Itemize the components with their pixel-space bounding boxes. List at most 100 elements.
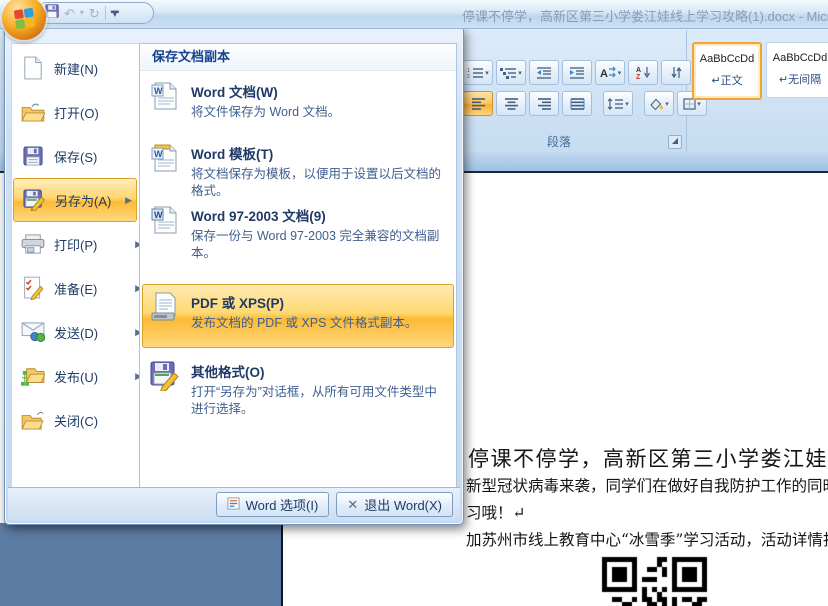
- print-icon: [20, 234, 46, 254]
- submenu-item-desc: 将文件保存为 Word 文档。: [191, 104, 447, 121]
- menu-item-new[interactable]: 新建(N): [13, 46, 146, 90]
- style-name: ↵正文: [694, 72, 760, 88]
- document-line: 新型冠状病毒来袭，同学们在做好自我防护工作的同时，可以: [466, 474, 828, 496]
- svg-text:2: 2: [467, 74, 470, 79]
- submenu-item-desc: 发布文档的 PDF 或 XPS 文件格式副本。: [191, 315, 447, 332]
- office-menu-footer: Word 选项(I) ✕ 退出 Word(X): [8, 487, 460, 521]
- customize-qat-icon[interactable]: ▬▾: [111, 9, 119, 17]
- justify-button[interactable]: [562, 91, 592, 116]
- style-card-normal[interactable]: AaBbCcDd ↵正文: [692, 42, 762, 100]
- paragraph-row-2: ▾ ▾ ▾: [463, 91, 707, 116]
- menu-item-label: 发送(D): [54, 323, 98, 342]
- menu-item-label: 关闭(C): [54, 411, 98, 430]
- office-menu: 新建(N) 打开(O) 保存(S) 另存为(A) ▶ 打印(P) ▶: [4, 26, 464, 525]
- menu-item-label: 另存为(A): [55, 191, 111, 210]
- office-logo-icon: [13, 7, 34, 28]
- submenu-item-word-97-2003[interactable]: W Word 97-2003 文档(9) 保存一份与 Word 97-2003 完…: [143, 198, 451, 262]
- menu-item-label: 发布(U): [54, 367, 98, 386]
- increase-indent-button[interactable]: [562, 60, 592, 85]
- align-right-button[interactable]: [529, 91, 559, 116]
- menu-item-open[interactable]: 打开(O): [13, 90, 146, 134]
- document-line: 加苏州市线上教育中心“冰雪季”学习活动，活动详情扫描二: [466, 528, 828, 550]
- paragraph-group-label: 段落: [456, 133, 662, 150]
- other-formats-icon: [149, 361, 181, 418]
- show-hide-marks-button[interactable]: [661, 60, 691, 85]
- menu-item-label: 新建(N): [54, 59, 98, 78]
- style-name: ↵无间隔: [767, 71, 828, 87]
- submenu-item-other-formats[interactable]: 其他格式(O) 打开“另存为”对话框，从所有可用文件类型中进行选择。: [143, 354, 451, 418]
- line-spacing-button[interactable]: ▾: [603, 91, 633, 116]
- save-icon: [20, 146, 46, 166]
- send-icon: [20, 322, 46, 342]
- svg-text:W: W: [154, 210, 163, 220]
- style-card-no-spacing[interactable]: AaBbCcDd ↵无间隔: [766, 42, 828, 98]
- paragraph-dialog-launcher[interactable]: ◢: [668, 135, 682, 149]
- submenu-item-title: Word 模板(T): [191, 143, 447, 163]
- submenu-item-title: 其他格式(O): [191, 361, 447, 381]
- window-title: 停课不停学，高新区第三小学娄江娃线上学习攻略(1).docx - Micr: [462, 6, 828, 25]
- shading-button[interactable]: ▾: [644, 91, 674, 116]
- multilevel-list-button[interactable]: ▾: [496, 60, 526, 85]
- new-document-icon: [20, 56, 46, 80]
- redo-icon[interactable]: ↻: [89, 7, 100, 20]
- style-sample: AaBbCcDd: [694, 53, 760, 65]
- quick-access-toolbar: ↶ ▾ ↻ ▬▾: [36, 2, 154, 24]
- menu-item-prepare[interactable]: 准备(E) ▶: [13, 266, 146, 310]
- menu-item-send[interactable]: 发送(D) ▶: [13, 310, 146, 354]
- undo-dropdown-icon[interactable]: ▾: [80, 9, 84, 17]
- submenu-arrow-icon: ▶: [125, 195, 134, 206]
- submenu-item-word-document[interactable]: W Word 文档(W) 将文件保存为 Word 文档。: [143, 74, 451, 121]
- submenu-item-title: PDF 或 XPS(P): [191, 292, 447, 312]
- word-options-icon: [227, 497, 240, 513]
- submenu-item-desc: 打开“另存为”对话框，从所有可用文件类型中进行选择。: [191, 384, 447, 418]
- svg-text:Z: Z: [636, 74, 641, 79]
- word-document-icon: W: [149, 81, 181, 121]
- exit-word-label: 退出 Word(X): [364, 495, 442, 514]
- menu-item-print[interactable]: 打印(P) ▶: [13, 222, 146, 266]
- svg-text:A: A: [600, 68, 608, 79]
- qr-code-image: [600, 555, 709, 606]
- document-title: 停课不停学，高新区第三小学娄江娃线上学: [468, 443, 828, 473]
- word-97-2003-icon: W: [149, 205, 181, 262]
- pdf-xps-icon: [149, 292, 181, 347]
- menu-item-save-as[interactable]: 另存为(A) ▶: [13, 178, 137, 222]
- document-background: [0, 523, 283, 606]
- submenu-header: 保存文档副本: [140, 44, 456, 71]
- menu-item-save[interactable]: 保存(S): [13, 134, 146, 178]
- menu-item-label: 保存(S): [54, 147, 97, 166]
- close-folder-icon: [20, 411, 46, 430]
- word-window: 12▾ ▾ A▾ AZ ▾ ▾ ▾ 段落 ◢ AaBbCcDd ↵正文 AaBb…: [0, 0, 828, 606]
- submenu-item-desc: 将文档保存为模板，以便用于设置以后文档的格式。: [191, 166, 447, 200]
- word-template-icon: W: [149, 143, 181, 200]
- undo-icon[interactable]: ↶: [64, 7, 75, 20]
- submenu-item-pdf-xps[interactable]: PDF 或 XPS(P) 发布文档的 PDF 或 XPS 文件格式副本。: [142, 284, 454, 348]
- decrease-indent-button[interactable]: [529, 60, 559, 85]
- align-left-button[interactable]: [463, 91, 493, 116]
- menu-item-label: 打开(O): [54, 103, 99, 122]
- sort-button[interactable]: AZ: [628, 60, 658, 85]
- save-as-icon: [21, 189, 47, 211]
- asian-layout-button[interactable]: A▾: [595, 60, 625, 85]
- style-sample: AaBbCcDd: [767, 52, 828, 64]
- menu-item-publish[interactable]: 发布(U) ▶: [13, 354, 146, 398]
- submenu-item-title: Word 97-2003 文档(9): [191, 205, 447, 225]
- submenu-item-title: Word 文档(W): [191, 81, 447, 101]
- svg-text:W: W: [154, 86, 163, 96]
- menu-item-close[interactable]: 关闭(C): [13, 398, 146, 442]
- align-center-button[interactable]: [496, 91, 526, 116]
- svg-text:A: A: [636, 67, 641, 74]
- close-x-icon: ✕: [347, 497, 358, 513]
- word-options-button[interactable]: Word 选项(I): [216, 492, 330, 517]
- paragraph-row-1: 12▾ ▾ A▾ AZ: [463, 60, 691, 85]
- numbered-list-button[interactable]: 12▾: [463, 60, 493, 85]
- save-icon[interactable]: [45, 4, 59, 23]
- publish-icon: [20, 366, 46, 387]
- open-folder-icon: [20, 103, 46, 122]
- toolbar-separator: [105, 6, 106, 20]
- submenu-item-desc: 保存一份与 Word 97-2003 完全兼容的文档副本。: [191, 228, 447, 262]
- exit-word-button[interactable]: ✕ 退出 Word(X): [336, 492, 453, 517]
- menu-item-label: 准备(E): [54, 279, 97, 298]
- svg-text:W: W: [154, 149, 163, 159]
- prepare-icon: [20, 276, 46, 300]
- submenu-item-word-template[interactable]: W Word 模板(T) 将文档保存为模板，以便用于设置以后文档的格式。: [143, 136, 451, 200]
